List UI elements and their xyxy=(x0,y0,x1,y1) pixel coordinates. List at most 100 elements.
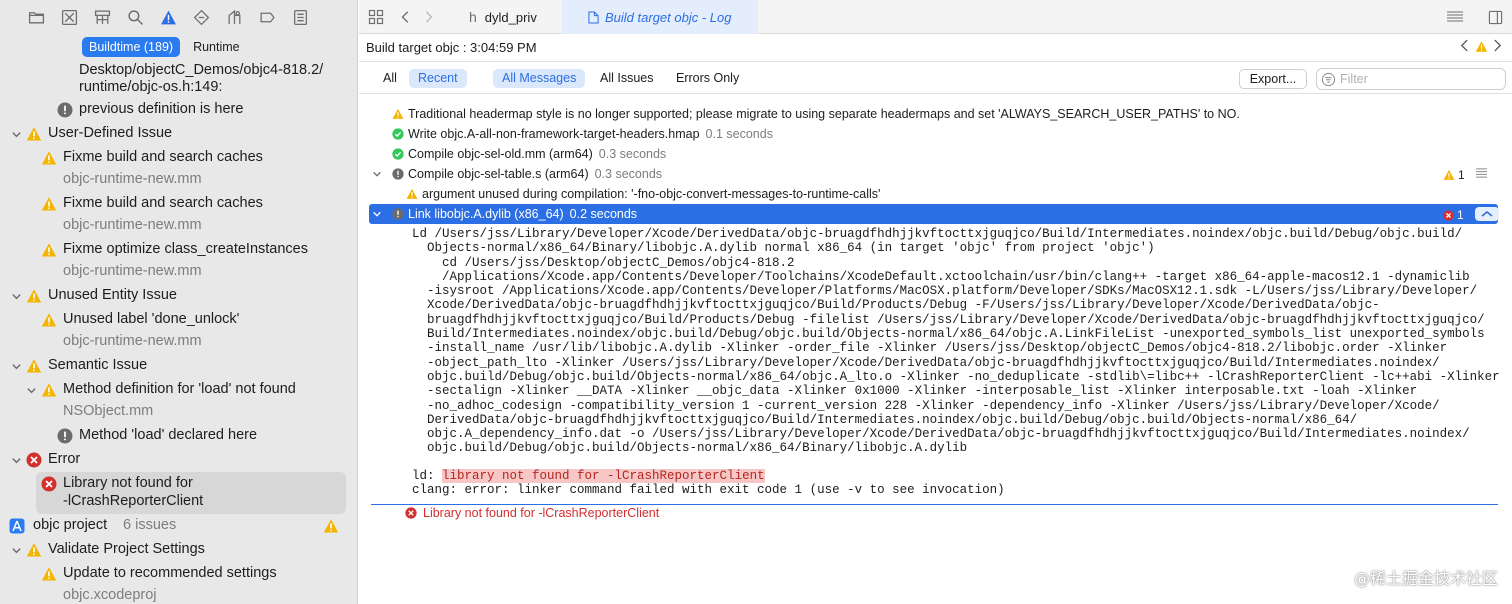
chevron-down-icon[interactable] xyxy=(10,290,22,302)
selection-divider xyxy=(371,504,1498,505)
issue-row[interactable]: objc.xcodeproj xyxy=(0,585,357,604)
chevron-down-icon[interactable] xyxy=(10,128,22,140)
log-row[interactable]: Compile objc-sel-table.s (arm64) 0.3 seco… xyxy=(359,164,1512,184)
issue-row[interactable]: previous definition is here xyxy=(0,99,357,121)
source-control-icon[interactable] xyxy=(53,0,86,34)
warning-icon xyxy=(26,126,42,142)
chevron-left-icon[interactable] xyxy=(1460,39,1469,55)
log-text: Link libobjc.A.dylib (x86_64) 0.2 seconds xyxy=(408,207,637,221)
folder-icon[interactable] xyxy=(20,0,53,34)
issue-label: -lCrashReporterClient xyxy=(63,493,204,509)
all-messages-button[interactable]: All Messages xyxy=(493,69,586,88)
chevron-down-icon[interactable] xyxy=(25,384,37,396)
test-icon[interactable] xyxy=(185,0,218,34)
issue-label: NSObject.mm xyxy=(63,403,154,419)
runtime-scope-button[interactable]: Runtime xyxy=(186,37,247,57)
tab-dyld-priv[interactable]: h dyld_priv xyxy=(455,0,561,34)
log-row[interactable]: Write objc.A-all-non-framework-target-he… xyxy=(359,124,1512,144)
buildtime-scope-button[interactable]: Buildtime (189) xyxy=(82,37,181,57)
issue-row[interactable]: objc-runtime-new.mm xyxy=(0,215,357,237)
split-editor-icon[interactable] xyxy=(1486,8,1504,26)
find-icon[interactable] xyxy=(119,0,152,34)
issue-group-row[interactable]: Error xyxy=(0,449,357,471)
editor-area: h dyld_priv Build target objc - Log Buil… xyxy=(359,0,1512,604)
warning-icon xyxy=(41,566,57,582)
tab-build-log[interactable]: Build target objc - Log xyxy=(562,0,758,34)
project-row[interactable]: objc project 6 issues xyxy=(0,515,357,537)
issue-label: runtime/objc-os.h:149: xyxy=(79,79,223,95)
tab-bar: h dyld_priv Build target objc - Log xyxy=(359,0,1512,34)
editor-options-icon[interactable] xyxy=(1446,8,1464,26)
warning-icon xyxy=(41,242,57,258)
issue-label: Semantic Issue xyxy=(48,357,148,373)
issue-row[interactable]: Unused label 'done_unlock' xyxy=(0,309,357,331)
transcript-line: -object_path_lto -Xlinker /Users/jss/Lib… xyxy=(412,355,1440,370)
all-button[interactable]: All xyxy=(374,69,406,88)
log-message: argument unused during compilation: '-fn… xyxy=(422,187,881,201)
transcript-line: Build/Intermediates.noindex/objc.build/D… xyxy=(412,327,1485,342)
issue-label: Error xyxy=(48,451,81,467)
success-icon xyxy=(392,148,404,160)
issue-row[interactable]: objc-runtime-new.mm xyxy=(0,169,357,191)
error-count-badge[interactable]: 1 xyxy=(1443,208,1464,222)
issue-row[interactable]: Method 'load' declared here xyxy=(0,425,357,447)
filter-icon xyxy=(1321,72,1336,87)
chevron-down-icon[interactable] xyxy=(10,544,22,556)
issue-label: Fixme build and search caches xyxy=(63,149,263,165)
log-duration: 0.3 seconds xyxy=(598,147,667,161)
issue-row[interactable]: -lCrashReporterClient xyxy=(0,491,357,513)
log-filter-bar: All Recent All Messages All Issues Error… xyxy=(359,62,1512,94)
filter-field[interactable] xyxy=(1316,68,1506,90)
recent-button[interactable]: Recent xyxy=(409,69,467,88)
issue-row[interactable]: objc-runtime-new.mm xyxy=(0,261,357,283)
all-issues-button[interactable]: All Issues xyxy=(591,69,663,88)
issue-row[interactable]: NSObject.mm xyxy=(0,401,357,423)
linker-error-output: ld: library not found for -lCrashReporte… xyxy=(412,469,1005,498)
transcript-icon[interactable] xyxy=(1475,167,1488,181)
issue-warning-icon[interactable] xyxy=(152,0,185,34)
warning-count-badge[interactable]: 1 xyxy=(1443,168,1465,182)
issue-row[interactable]: runtime/objc-os.h:149: xyxy=(0,77,357,99)
transcript-line: -no_adhoc_codesign -compatibility_versio… xyxy=(412,398,1440,413)
log-row[interactable]: argument unused during compilation: '-fn… xyxy=(359,184,1512,204)
log-row[interactable]: Link libobjc.A.dylib (x86_64) 0.2 seconds… xyxy=(369,204,1499,224)
log-text: argument unused during compilation: '-fn… xyxy=(422,187,880,201)
breakpoint-icon[interactable] xyxy=(251,0,284,34)
issue-group-row[interactable]: Unused Entity Issue xyxy=(0,285,357,307)
warning-icon[interactable] xyxy=(1475,40,1488,56)
chevron-right-icon[interactable] xyxy=(419,8,437,26)
transcript-line: objc.A_dependency_info.dat -o /Users/jss… xyxy=(412,427,1470,442)
collapse-icon[interactable] xyxy=(1475,207,1499,224)
issue-group-row[interactable]: User-Defined Issue xyxy=(0,123,357,145)
chevron-right-icon[interactable] xyxy=(1493,39,1502,55)
chevron-left-icon[interactable] xyxy=(397,8,415,26)
errors-only-button[interactable]: Errors Only xyxy=(667,69,748,88)
issue-group-row[interactable]: Semantic Issue xyxy=(0,355,357,377)
issue-row[interactable]: Fixme build and search caches xyxy=(0,193,357,215)
issue-row[interactable]: Method definition for 'load' not found xyxy=(0,379,357,401)
report-icon[interactable] xyxy=(284,0,317,34)
chevron-down-icon[interactable] xyxy=(10,360,22,372)
issue-group-row[interactable]: Validate Project Settings xyxy=(0,539,357,561)
warning-icon xyxy=(41,312,57,328)
chevron-down-icon[interactable] xyxy=(372,208,382,222)
symbol-icon[interactable] xyxy=(86,0,119,34)
log-row[interactable]: Compile objc-sel-old.mm (arm64) 0.3 secon… xyxy=(359,144,1512,164)
debug-icon[interactable] xyxy=(218,0,251,34)
issue-label: Method definition for 'load' not found xyxy=(63,381,296,397)
log-row[interactable]: Traditional headermap style is no longer… xyxy=(359,104,1512,124)
issue-row[interactable]: Update to recommended settings xyxy=(0,563,357,585)
issue-label: objc-runtime-new.mm xyxy=(63,263,202,279)
chevron-down-icon[interactable] xyxy=(372,168,382,182)
tab-label: dyld_priv xyxy=(484,9,537,25)
transcript-line: objc.build/Debug/objc.build/Objects-norm… xyxy=(412,441,968,456)
navigator-toolbar xyxy=(0,0,357,34)
error-summary-row[interactable]: Library not found for -lCrashReporterCli… xyxy=(405,506,659,520)
issue-row[interactable]: objc-runtime-new.mm xyxy=(0,331,357,353)
issue-row[interactable]: Fixme optimize class_createInstances xyxy=(0,239,357,261)
filter-input[interactable] xyxy=(1340,72,1490,86)
grid-icon[interactable] xyxy=(367,8,385,26)
export-button[interactable]: Export... xyxy=(1239,69,1307,89)
issue-row[interactable]: Fixme build and search caches xyxy=(0,147,357,169)
chevron-down-icon[interactable] xyxy=(10,454,22,466)
